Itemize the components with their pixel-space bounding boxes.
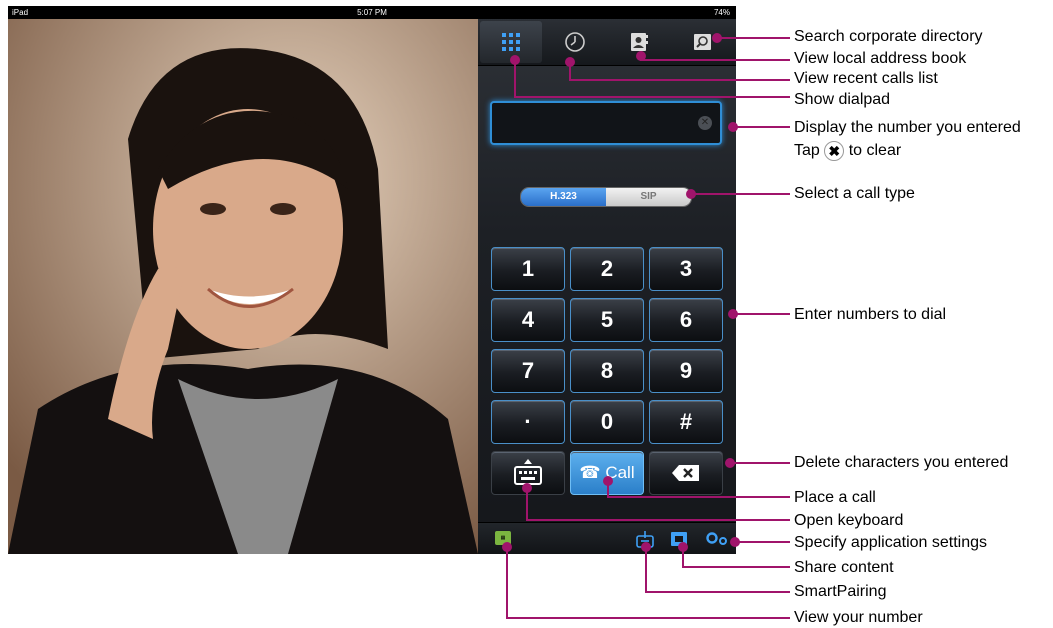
tap-suffix: to clear	[848, 142, 902, 160]
annotation-show-dialpad: Show dialpad	[794, 91, 891, 108]
annotation-tap-to-clear: Tap ✖ to clear	[794, 141, 901, 161]
annotation-search-directory: Search corporate directory	[794, 28, 983, 45]
annotation-delete: Delete characters you entered	[794, 454, 1009, 471]
annotation-recent-calls: View recent calls list	[794, 70, 938, 87]
tap-prefix: Tap	[794, 142, 820, 160]
annotation-enter-numbers: Enter numbers to dial	[794, 306, 947, 323]
annotation-address-book: View local address book	[794, 50, 967, 67]
annotation-call-type: Select a call type	[794, 185, 915, 202]
annotation-share-content: Share content	[794, 559, 894, 576]
annotation-display-number: Display the number you entered	[794, 119, 1021, 136]
annotation-your-number: View your number	[794, 609, 923, 626]
annotation-smartpairing: SmartPairing	[794, 583, 887, 600]
annotation-place-call: Place a call	[794, 489, 876, 506]
annotation-settings: Specify application settings	[794, 534, 987, 551]
clear-x-icon: ✖	[824, 141, 845, 161]
annotation-open-keyboard: Open keyboard	[794, 512, 904, 529]
